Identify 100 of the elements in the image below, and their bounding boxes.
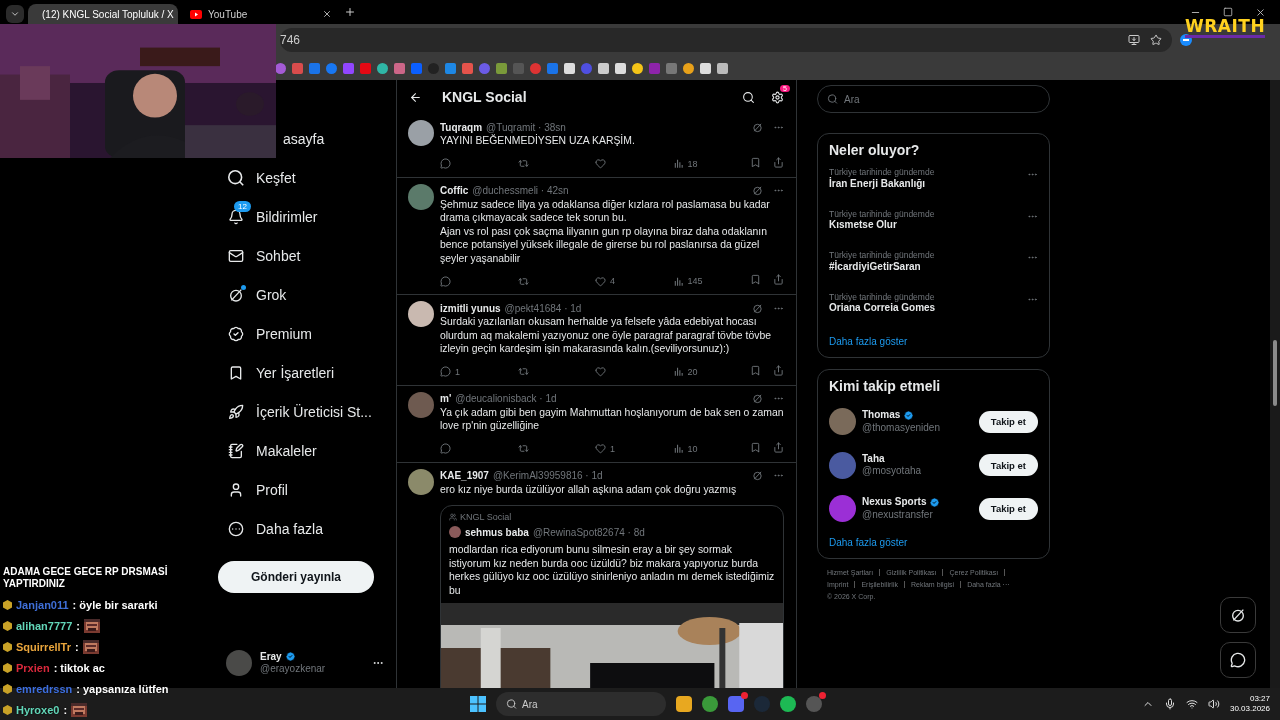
post-author[interactable]: KAE_1907 bbox=[440, 470, 489, 481]
slashed-circle-icon[interactable] bbox=[752, 121, 763, 133]
person-name[interactable]: Nexus Sports bbox=[862, 496, 941, 509]
avatar[interactable] bbox=[408, 120, 434, 146]
share-icon[interactable] bbox=[773, 364, 784, 376]
post-handle: @Tuqramit · 38sn bbox=[486, 121, 566, 133]
nav-item[interactable]: Premium bbox=[228, 314, 316, 353]
more-icon bbox=[228, 520, 244, 537]
slashed-circle-icon[interactable] bbox=[752, 302, 763, 314]
bookmark-icon[interactable] bbox=[615, 62, 626, 74]
follow-button[interactable]: Takip et bbox=[978, 410, 1038, 433]
share-icon[interactable] bbox=[773, 274, 784, 285]
search-icon[interactable] bbox=[742, 90, 755, 104]
bookmark-icon[interactable] bbox=[700, 62, 711, 74]
bar-chart-icon bbox=[672, 275, 684, 287]
folder-icon[interactable] bbox=[676, 696, 692, 712]
heart-icon bbox=[595, 366, 606, 377]
nav-item[interactable]: 12 Bildirimler bbox=[228, 197, 322, 236]
share-icon[interactable] bbox=[773, 156, 784, 168]
microphone-icon[interactable] bbox=[1163, 698, 1176, 710]
show-more-link[interactable]: Daha fazla göster bbox=[829, 536, 1038, 548]
follow-button[interactable]: Takip et bbox=[978, 497, 1038, 520]
address-bar[interactable]: 746 bbox=[280, 28, 1172, 52]
post-author[interactable]: Coffic bbox=[440, 185, 469, 196]
nav-item[interactable]: Yer İşaretleri bbox=[228, 353, 339, 392]
browser-tab[interactable]: YouTube bbox=[182, 4, 340, 24]
bookmark-icon[interactable] bbox=[632, 62, 643, 74]
person-name[interactable]: Thomas bbox=[862, 409, 940, 422]
views-button[interactable]: 18 bbox=[672, 156, 713, 171]
heart-icon bbox=[595, 158, 606, 169]
nav-item[interactable]: Sohbet bbox=[228, 236, 305, 275]
chat-username: Janjan011 bbox=[16, 598, 69, 611]
nav-item[interactable]: Makaleler bbox=[228, 431, 321, 470]
settings-icon[interactable] bbox=[771, 90, 784, 104]
bookmark-icon[interactable] bbox=[683, 62, 694, 74]
bookmark-icon[interactable] bbox=[377, 62, 388, 74]
back-icon[interactable] bbox=[409, 90, 422, 104]
bell-icon bbox=[228, 208, 244, 225]
slashed-circle-icon[interactable] bbox=[752, 470, 763, 481]
chat-badge-icon bbox=[3, 683, 12, 694]
post-author[interactable]: m' bbox=[440, 393, 452, 404]
speech-bubble-icon bbox=[440, 158, 451, 169]
tab-menu-button[interactable] bbox=[6, 5, 24, 23]
badge-check-icon bbox=[228, 325, 244, 342]
install-icon[interactable] bbox=[1128, 34, 1140, 46]
post-author[interactable]: izmitli yunus bbox=[440, 302, 501, 314]
bookmark-icon[interactable] bbox=[598, 62, 609, 74]
bookmark-icon[interactable] bbox=[717, 62, 728, 74]
nav-item[interactable]: asayfa bbox=[283, 119, 329, 158]
post-author[interactable]: Tuqraqm bbox=[440, 121, 483, 133]
scrollbar[interactable] bbox=[1270, 80, 1280, 688]
browser-tab[interactable]: (12) KNGL Social Topluluk / X bbox=[28, 4, 178, 24]
nav-item[interactable]: Keşfet bbox=[228, 158, 300, 197]
music-app-icon[interactable] bbox=[780, 696, 796, 712]
post-button[interactable]: Gönderi yayınla bbox=[218, 561, 374, 593]
nav-item[interactable]: Profil bbox=[228, 470, 292, 509]
browser-icon[interactable] bbox=[702, 696, 718, 712]
maximize-icon[interactable] bbox=[1223, 6, 1233, 17]
nav-item[interactable]: Daha fazla bbox=[228, 509, 327, 548]
views-button[interactable]: 20 bbox=[672, 364, 713, 379]
like-button[interactable]: 1 bbox=[595, 441, 635, 456]
share-icon[interactable] bbox=[773, 441, 784, 453]
chat-message: : bbox=[76, 619, 80, 632]
messages-button[interactable] bbox=[1220, 642, 1256, 678]
bookmark-icon[interactable] bbox=[496, 62, 507, 74]
new-tab-icon[interactable] bbox=[344, 6, 356, 18]
slashed-circle-icon[interactable] bbox=[752, 185, 763, 196]
trend-name[interactable]: İran Enerji Bakanlığı bbox=[829, 177, 935, 191]
views-button[interactable]: 10 bbox=[672, 441, 713, 456]
close-icon[interactable] bbox=[1255, 6, 1266, 18]
star-icon[interactable] bbox=[1150, 34, 1162, 46]
views-button[interactable]: 145 bbox=[672, 274, 713, 288]
clock[interactable]: 03:27 30.03.2026 bbox=[1229, 693, 1270, 715]
trend-name[interactable]: Oriana Correia Gomes bbox=[829, 302, 936, 315]
windows-logo-icon[interactable] bbox=[470, 696, 486, 712]
trend-name[interactable]: Kısmetse Olur bbox=[829, 219, 935, 232]
grok-button[interactable] bbox=[1220, 597, 1256, 633]
avatar[interactable] bbox=[408, 301, 434, 327]
chat-username: SquirrellTr bbox=[16, 640, 72, 653]
trend-name[interactable]: #İcardiyiGetirSaran bbox=[829, 260, 935, 274]
bookmark-icon[interactable] bbox=[564, 62, 575, 74]
speech-bubble-icon bbox=[440, 366, 451, 377]
show-more-link[interactable]: Daha fazla göster bbox=[829, 336, 1038, 347]
taskbar-search-field[interactable]: Ara bbox=[496, 692, 666, 716]
like-button[interactable]: 4 bbox=[595, 274, 635, 288]
slashed-circle-icon[interactable] bbox=[752, 393, 763, 404]
close-icon[interactable] bbox=[322, 9, 332, 19]
extension-icon[interactable] bbox=[1180, 34, 1192, 46]
chat-message: : tiktok ac bbox=[53, 661, 105, 674]
person-name[interactable]: Taha bbox=[862, 452, 922, 466]
search-field[interactable]: Ara bbox=[817, 85, 1050, 113]
chat-message: : bbox=[75, 640, 79, 653]
nav-item[interactable]: İçerik Üreticisi St... bbox=[228, 392, 376, 431]
reply-button[interactable]: 1 bbox=[440, 364, 480, 379]
speaker-icon[interactable] bbox=[1207, 698, 1220, 710]
heart-icon bbox=[595, 443, 606, 454]
follow-button[interactable]: Takip et bbox=[978, 454, 1038, 477]
nav-item[interactable]: Grok bbox=[228, 275, 291, 314]
avatar[interactable] bbox=[408, 468, 434, 495]
network-icon[interactable] bbox=[1185, 698, 1198, 710]
